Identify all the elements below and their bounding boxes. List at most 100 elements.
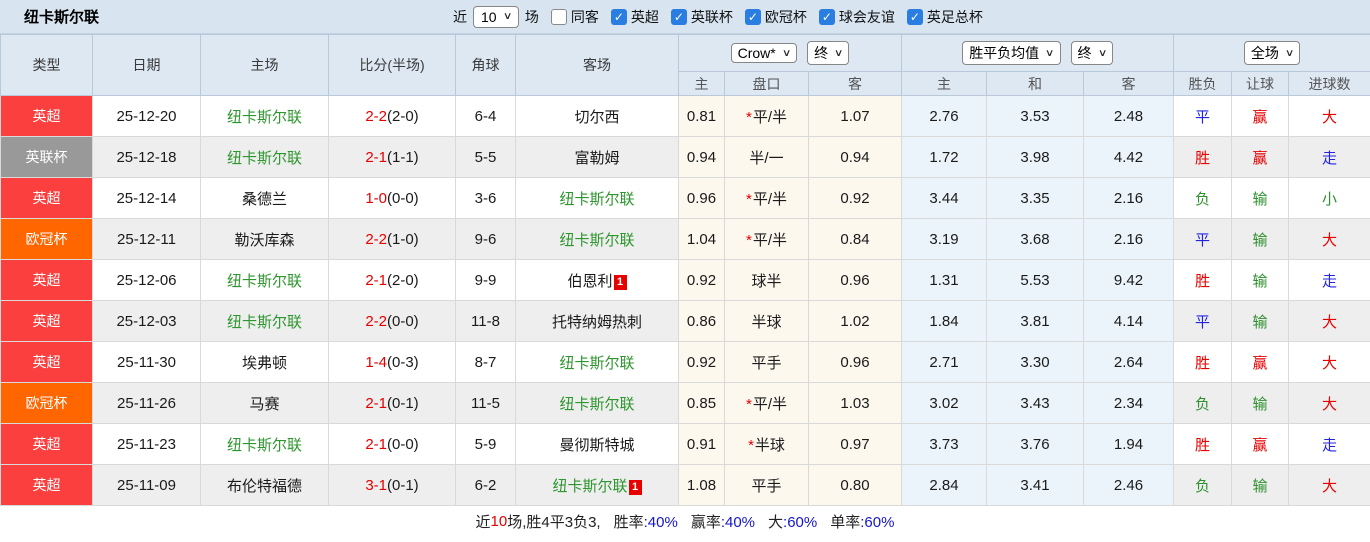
subheader-handicap-result: 让球	[1231, 71, 1290, 96]
date-cell: 25-11-09	[92, 464, 201, 506]
ah-away-odds: 0.96	[807, 259, 903, 301]
league-label-friendly: 球会友谊	[838, 8, 895, 25]
same-opponent-label: 同客	[570, 8, 599, 25]
home-team-cell: 马赛	[200, 382, 329, 424]
type-cell: 欧冠杯	[0, 382, 93, 424]
corners-cell: 5-9	[455, 423, 516, 465]
euro-draw-odds: 3.43	[986, 382, 1085, 424]
league-checkbox-league-cup[interactable]: ✓	[670, 8, 687, 25]
result-outcome: 胜	[1173, 423, 1233, 465]
away-team-cell: 纽卡斯尔联	[515, 341, 679, 383]
euro-time-select-value: 终	[1077, 45, 1092, 61]
recent-label: 近	[453, 8, 468, 25]
euro-draw-odds: 5.53	[986, 259, 1085, 301]
score-cell: 2-1(2-0)	[328, 259, 456, 301]
league-checkbox-ucl[interactable]: ✓	[744, 8, 761, 25]
result-goals: 小	[1288, 177, 1370, 219]
result-outcome: 负	[1173, 382, 1233, 424]
date-cell: 25-12-18	[92, 136, 201, 178]
home-team-cell: 埃弗顿	[200, 341, 329, 383]
subheader-eu-home: 主	[901, 71, 988, 96]
chevron-down-icon: ∨	[1284, 47, 1295, 59]
euro-home-odds: 3.73	[901, 423, 988, 465]
euro-home-odds: 1.72	[901, 136, 988, 178]
handicap-win-rate-value: :40%	[720, 514, 756, 531]
scope-select[interactable]: 全场 ∨	[1243, 41, 1301, 65]
euro-draw-odds: 3.41	[986, 464, 1085, 506]
asian-time-select-value: 终	[814, 45, 829, 61]
score-cell: 2-2(1-0)	[328, 218, 456, 260]
league-checkbox-fa-cup[interactable]: ✓	[906, 8, 923, 25]
result-outcome: 胜	[1173, 259, 1233, 301]
euro-metric-select[interactable]: 胜平负均值 ∨	[962, 41, 1061, 65]
ah-home-odds: 1.08	[678, 464, 725, 506]
win-rate-value: :40%	[643, 514, 678, 531]
euro-away-odds: 2.16	[1083, 177, 1175, 219]
euro-away-odds: 1.94	[1083, 423, 1175, 465]
euro-away-odds: 2.48	[1083, 95, 1175, 137]
ah-away-odds: 0.96	[807, 341, 903, 383]
result-outcome: 胜	[1173, 136, 1233, 178]
chevron-down-icon: ∨	[833, 47, 844, 59]
euro-draw-odds: 3.81	[986, 300, 1085, 342]
euro-metric-select-value: 胜平负均值	[969, 45, 1040, 61]
result-outcome: 平	[1173, 218, 1233, 260]
scope-select-value: 全场	[1250, 45, 1279, 61]
match-history-table: 类型 日期 主场 比分(半场) 角球 客场 Crow* ∨ 终 ∨ 胜平负均值 …	[0, 34, 1370, 506]
euro-home-odds: 2.76	[901, 95, 988, 137]
score-cell: 2-1(0-1)	[328, 382, 456, 424]
header-type: 类型	[0, 34, 93, 96]
odd-rate-label: 单率	[830, 514, 861, 531]
ah-handicap: *平/半	[724, 218, 809, 260]
date-cell: 25-12-06	[92, 259, 201, 301]
win-rate-label: 胜率	[613, 514, 644, 531]
corners-cell: 9-6	[455, 218, 516, 260]
euro-away-odds: 2.16	[1083, 218, 1175, 260]
euro-home-odds: 2.71	[901, 341, 988, 383]
check-icon: ✓	[747, 9, 758, 24]
star-marker: *	[745, 108, 752, 126]
euro-home-odds: 3.44	[901, 177, 988, 219]
header-away: 客场	[515, 34, 679, 96]
bookmaker-select[interactable]: Crow* ∨	[730, 43, 798, 63]
result-outcome: 负	[1173, 177, 1233, 219]
chevron-down-icon: ∨	[1045, 47, 1055, 59]
result-outcome: 胜	[1173, 341, 1233, 383]
check-icon: ✓	[613, 9, 624, 24]
subheader-ah-away: 客	[807, 71, 903, 96]
header-corners: 角球	[455, 34, 516, 96]
odd-rate-stat: 单率:60%	[830, 511, 894, 532]
same-opponent-checkbox[interactable]: ✓	[550, 8, 567, 25]
header-date: 日期	[92, 34, 201, 96]
away-team-cell: 富勒姆	[515, 136, 679, 178]
ah-home-odds: 0.81	[678, 95, 725, 137]
recent-count-select[interactable]: 10 ∨	[473, 5, 519, 28]
red-card-badge: 1	[628, 479, 642, 495]
ah-handicap: 平手	[724, 341, 809, 383]
type-cell: 英超	[0, 95, 93, 137]
ah-handicap: 半球	[724, 300, 809, 342]
type-cell: 英联杯	[0, 136, 93, 178]
asian-time-select[interactable]: 终 ∨	[807, 41, 850, 65]
result-outcome: 平	[1173, 300, 1233, 342]
ah-home-odds: 0.92	[678, 259, 725, 301]
subheader-ah-line: 盘口	[724, 71, 809, 96]
subheader-eu-away: 客	[1083, 71, 1175, 96]
over-rate-label: 大	[768, 514, 784, 531]
result-handicap: 输	[1231, 177, 1290, 219]
euro-time-select[interactable]: 终 ∨	[1070, 41, 1113, 65]
handicap-win-rate-stat: 赢率:40%	[691, 511, 755, 532]
euro-away-odds: 9.42	[1083, 259, 1175, 301]
league-checkbox-friendly[interactable]: ✓	[818, 8, 835, 25]
result-goals: 大	[1288, 300, 1370, 342]
corners-cell: 8-7	[455, 341, 516, 383]
asian-odds-group-header: Crow* ∨ 终 ∨	[677, 34, 903, 72]
league-checkbox-epl[interactable]: ✓	[610, 8, 627, 25]
result-outcome: 平	[1173, 95, 1233, 137]
result-handicap: 输	[1231, 259, 1290, 301]
score-cell: 3-1(0-1)	[328, 464, 456, 506]
handicap-win-rate-label: 赢率	[690, 514, 721, 531]
ah-away-odds: 0.84	[807, 218, 903, 260]
star-marker: *	[745, 231, 752, 249]
summary-tail: 场,胜4平3负3,	[507, 514, 601, 531]
